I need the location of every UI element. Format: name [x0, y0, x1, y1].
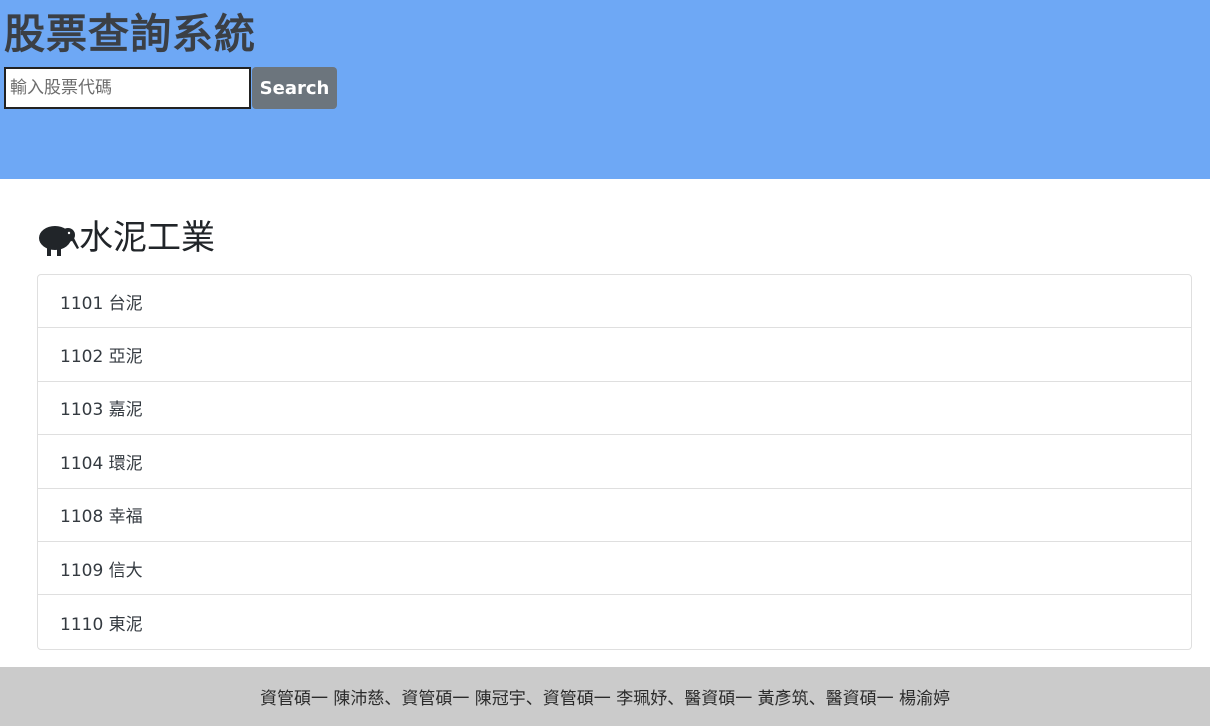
- stock-list-item[interactable]: 1103 嘉泥: [38, 382, 1191, 436]
- stock-list-item[interactable]: 1102 亞泥: [38, 328, 1191, 382]
- stock-list-item[interactable]: 1104 環泥: [38, 435, 1191, 489]
- stock-list-item[interactable]: 1110 東泥: [38, 595, 1191, 648]
- page-footer: 資管碩一 陳沛慈、資管碩一 陳冠宇、資管碩一 李珮妤、醫資碩一 黃彥筑、醫資碩一…: [0, 667, 1210, 726]
- category-title: 水泥工業: [79, 218, 215, 258]
- stock-list-item[interactable]: 1109 信大: [38, 542, 1191, 596]
- footer-credits: 資管碩一 陳沛慈、資管碩一 陳冠宇、資管碩一 李珮妤、醫資碩一 黃彥筑、醫資碩一…: [259, 689, 951, 709]
- stock-list: 1101 台泥 1102 亞泥 1103 嘉泥 1104 環泥 1108 幸福 …: [37, 274, 1192, 650]
- stock-list-item[interactable]: 1108 幸福: [38, 489, 1191, 542]
- page-header: 股票查詢系統 Search: [0, 0, 1210, 179]
- search-button[interactable]: Search: [252, 67, 337, 109]
- category-heading: 水泥工業: [37, 214, 215, 262]
- kiwi-bird-icon: [39, 226, 79, 256]
- site-title: 股票查詢系統: [4, 10, 256, 58]
- stock-list-item[interactable]: 1101 台泥: [38, 275, 1191, 329]
- stock-code-search-input[interactable]: [4, 67, 251, 109]
